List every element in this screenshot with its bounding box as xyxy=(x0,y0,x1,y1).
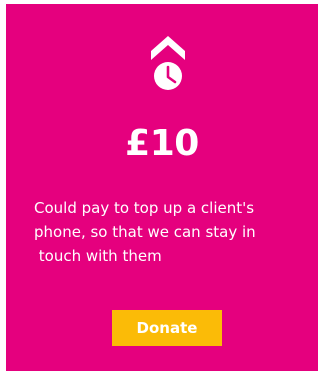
arrow-up-clock-icon xyxy=(151,36,185,90)
donation-card: £10 Could pay to top up a client's phone… xyxy=(6,4,318,371)
donate-button[interactable]: Donate xyxy=(112,310,222,346)
donation-description: Could pay to top up a client's phone, so… xyxy=(34,196,304,268)
description-line: Could pay to top up a client's xyxy=(34,199,255,217)
description-line: phone, so that we can stay in xyxy=(34,223,256,241)
donation-amount: £10 xyxy=(125,123,199,164)
description-line: touch with them xyxy=(34,247,162,265)
